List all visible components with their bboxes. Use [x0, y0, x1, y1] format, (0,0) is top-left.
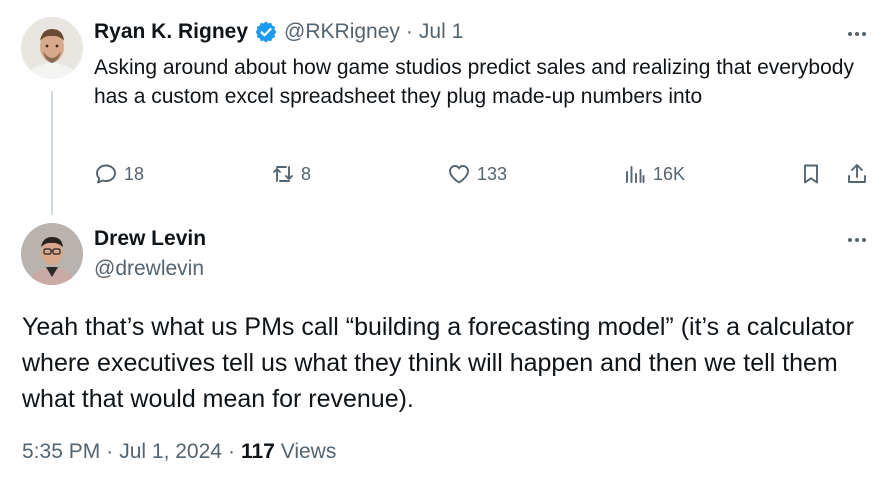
meta-dot-separator: ·: [106, 440, 114, 463]
avatar-drew[interactable]: [21, 223, 83, 285]
bookmark-icon: [804, 164, 818, 184]
meta-dot-separator: ·: [227, 440, 235, 463]
views-icon: [626, 166, 645, 183]
tweet1-dot-separator: ·: [405, 20, 413, 43]
tweet2-views[interactable]: 117 Views: [241, 440, 336, 464]
share-button[interactable]: [845, 162, 869, 186]
tweet2-views-label: Views: [280, 440, 337, 463]
tweet1-handle[interactable]: @RKRigney: [284, 20, 400, 44]
tweet1-more-button[interactable]: [845, 22, 869, 51]
tweet2-more-button[interactable]: [845, 228, 869, 257]
thread-connector-line: [51, 91, 53, 215]
repost-count: 8: [301, 163, 312, 184]
repost-button[interactable]: 8: [271, 162, 311, 186]
share-icon: [848, 164, 866, 183]
tweet2-handle[interactable]: @drewlevin: [94, 257, 204, 281]
tweet1-author-name[interactable]: Ryan K. Rigney: [94, 20, 248, 44]
bookmark-button[interactable]: [799, 162, 823, 186]
repost-icon: [273, 166, 293, 182]
tweet1-date[interactable]: Jul 1: [419, 20, 463, 44]
reply-count: 18: [124, 163, 145, 184]
tweet2-time[interactable]: 5:35 PM: [22, 440, 100, 464]
tweet2-meta: 5:35 PM · Jul 1, 2024 · 117 Views: [22, 440, 336, 464]
tweet2-views-count: 117: [240, 440, 275, 463]
views-count: 16K: [653, 163, 686, 184]
tweet2-author-name[interactable]: Drew Levin: [94, 227, 206, 251]
tweet2-date[interactable]: Jul 1, 2024: [119, 440, 222, 464]
like-icon: [449, 165, 469, 184]
tweet1-header: Ryan K. Rigney @RKRigney · Jul 1: [94, 20, 463, 44]
views-button[interactable]: 16K: [623, 162, 685, 186]
more-icon: [848, 238, 866, 242]
reply-icon: [96, 164, 116, 184]
reply-button[interactable]: 18: [94, 162, 144, 186]
tweet2-text: Yeah that’s what us PMs call “building a…: [22, 313, 854, 413]
more-icon: [848, 32, 866, 36]
like-button[interactable]: 133: [447, 162, 507, 186]
avatar-ryan[interactable]: [21, 17, 83, 79]
like-count: 133: [477, 163, 508, 184]
tweet1-text: Asking around about how game studios pre…: [94, 56, 854, 108]
verified-badge-icon: [254, 20, 278, 44]
